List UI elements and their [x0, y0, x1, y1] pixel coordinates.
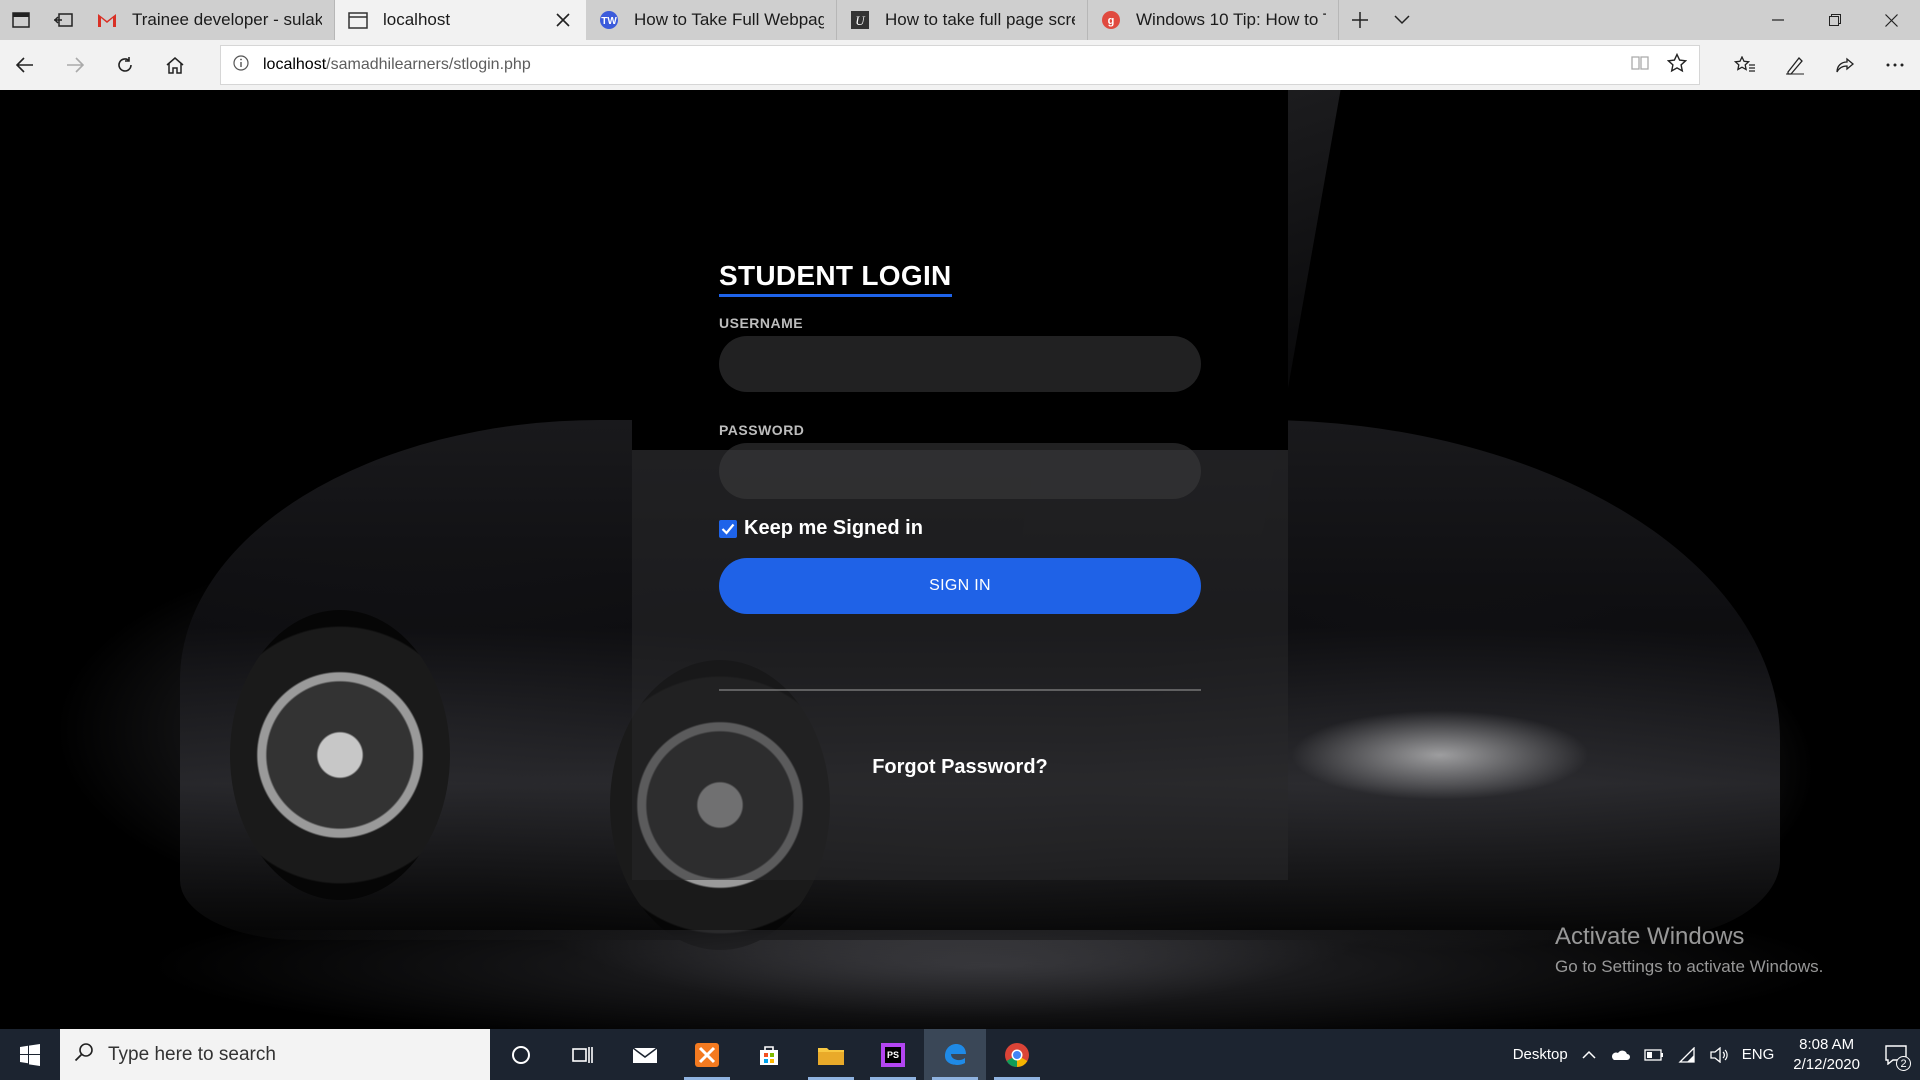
tab-windows-10-tip[interactable]: g Windows 10 Tip: How to Tak: [1088, 0, 1339, 40]
url-host: localhost: [263, 56, 327, 73]
share-icon[interactable]: [1820, 40, 1870, 90]
clock-time: 8:08 AM: [1799, 1035, 1855, 1053]
g-icon: g: [1100, 9, 1122, 31]
tab-gmail[interactable]: Trainee developer - sulakkai: [84, 0, 335, 40]
page-icon: [347, 9, 369, 31]
restore-icon[interactable]: [1806, 0, 1863, 40]
search-icon: [74, 1042, 94, 1068]
tab-title: Windows 10 Tip: How to Tak: [1136, 10, 1326, 29]
forgot-password-link[interactable]: Forgot Password?: [719, 756, 1201, 779]
sign-in-button[interactable]: SIGN IN: [719, 558, 1201, 614]
tab-title: How to take full page screen: [885, 10, 1075, 29]
back-icon[interactable]: [0, 40, 50, 90]
keep-signed-in-label[interactable]: Keep me Signed in: [744, 517, 923, 540]
desktop-toolbar-label[interactable]: Desktop: [1506, 1046, 1575, 1063]
wifi-icon[interactable]: [1671, 1046, 1703, 1063]
info-icon[interactable]: [233, 54, 249, 76]
window-controls: [1749, 0, 1920, 40]
favorite-star-icon[interactable]: [1666, 52, 1688, 78]
browser-tab-strip: Trainee developer - sulakkai localhost T…: [0, 0, 1920, 40]
tab-title: Trainee developer - sulakkai: [132, 10, 322, 29]
url-text[interactable]: localhost/samadhilearners/stlogin.php: [263, 56, 531, 74]
gmail-icon: [96, 9, 118, 31]
close-window-icon[interactable]: [1863, 0, 1920, 40]
minimize-icon[interactable]: [1749, 0, 1806, 40]
file-explorer-icon[interactable]: [800, 1029, 862, 1080]
u-icon: U: [849, 9, 871, 31]
mail-app-icon[interactable]: [614, 1029, 676, 1080]
edge-browser-icon[interactable]: [924, 1029, 986, 1080]
svg-text:PS: PS: [887, 1050, 899, 1060]
activate-windows-subtitle: Go to Settings to activate Windows.: [1555, 957, 1824, 976]
password-input[interactable]: [719, 443, 1201, 499]
tab-full-webpage[interactable]: TW How to Take Full Webpage :: [586, 0, 837, 40]
home-icon[interactable]: [150, 40, 200, 90]
action-center-icon[interactable]: 2: [1872, 1029, 1920, 1080]
address-bar[interactable]: localhost/samadhilearners/stlogin.php: [220, 45, 1700, 85]
phpstorm-icon[interactable]: PS: [862, 1029, 924, 1080]
chevron-down-icon[interactable]: [1381, 0, 1423, 40]
url-path: /samadhilearners/stlogin.php: [326, 56, 531, 73]
pen-icon[interactable]: [1770, 40, 1820, 90]
username-input[interactable]: [719, 336, 1201, 392]
tab-localhost[interactable]: localhost: [335, 0, 586, 40]
keep-signed-in-row: Keep me Signed in: [719, 517, 1201, 540]
windows-taskbar: Type here to search PS Desktop ENG 8:08 …: [0, 1029, 1920, 1080]
task-view-icon[interactable]: [552, 1029, 614, 1080]
forward-icon[interactable]: [50, 40, 100, 90]
toolbar-right: [1720, 40, 1920, 90]
more-icon[interactable]: [1870, 40, 1920, 90]
language-indicator[interactable]: ENG: [1735, 1046, 1782, 1063]
chrome-icon[interactable]: [986, 1029, 1048, 1080]
tab-actions-icon[interactable]: [0, 0, 42, 40]
svg-text:g: g: [1108, 15, 1115, 27]
form-divider: [719, 689, 1201, 691]
tab-title: How to Take Full Webpage :: [634, 10, 824, 29]
reading-view-icon[interactable]: [1631, 55, 1649, 76]
volume-icon[interactable]: [1703, 1046, 1735, 1063]
system-tray: Desktop ENG 8:08 AM 2/12/2020 2: [1506, 1029, 1920, 1080]
activate-windows-watermark: Activate Windows Go to Settings to activ…: [1555, 923, 1823, 977]
background-car-headlight: [1290, 710, 1590, 800]
show-hidden-icons-chevron-up-icon[interactable]: [1575, 1050, 1603, 1059]
background-car-wheel: [230, 610, 450, 900]
login-form: STUDENT LOGIN USERNAME PASSWORD Keep me …: [719, 260, 1201, 779]
login-title: STUDENT LOGIN: [719, 260, 952, 297]
clock-date: 2/12/2020: [1793, 1055, 1860, 1073]
search-placeholder: Type here to search: [108, 1043, 276, 1065]
battery-icon[interactable]: [1637, 1048, 1671, 1061]
favorites-icon[interactable]: [1720, 40, 1770, 90]
login-page: STUDENT LOGIN USERNAME PASSWORD Keep me …: [0, 90, 1920, 1029]
svg-text:U: U: [855, 13, 866, 28]
username-label: USERNAME: [719, 315, 804, 331]
xampp-icon[interactable]: [676, 1029, 738, 1080]
taskbar-search-box[interactable]: Type here to search: [60, 1029, 490, 1080]
cortana-icon[interactable]: [490, 1029, 552, 1080]
activate-windows-title: Activate Windows: [1555, 923, 1745, 950]
tab-full-page-screen[interactable]: U How to take full page screen: [837, 0, 1088, 40]
close-tab-icon[interactable]: [552, 9, 574, 31]
notification-count-badge: 2: [1896, 1056, 1911, 1071]
password-label: PASSWORD: [719, 422, 805, 438]
set-tabs-aside-icon[interactable]: [42, 0, 84, 40]
windows-start-icon[interactable]: [0, 1029, 60, 1080]
new-tab-icon[interactable]: [1339, 0, 1381, 40]
onedrive-cloud-icon[interactable]: [1603, 1049, 1637, 1061]
store-icon[interactable]: [738, 1029, 800, 1080]
svg-text:TW: TW: [601, 16, 617, 27]
browser-toolbar: localhost/samadhilearners/stlogin.php: [0, 40, 1920, 90]
clock[interactable]: 8:08 AM 2/12/2020: [1781, 1035, 1872, 1075]
tab-title: localhost: [383, 10, 451, 29]
keep-signed-in-checkbox[interactable]: [719, 519, 737, 538]
tw-icon: TW: [598, 9, 620, 31]
refresh-icon[interactable]: [100, 40, 150, 90]
